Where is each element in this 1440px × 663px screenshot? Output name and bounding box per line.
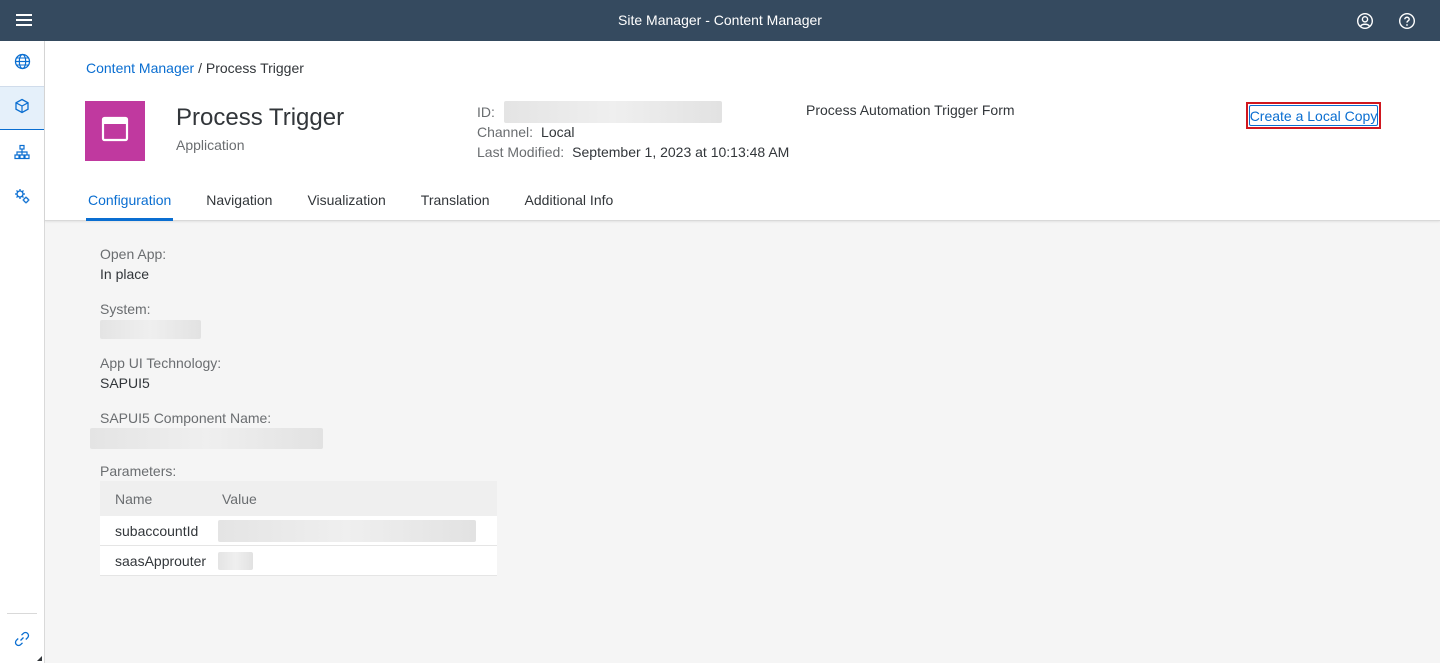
chain-link-icon [14, 631, 30, 652]
table-header-row: Name Value [100, 481, 497, 516]
sidenav-item-content-manager[interactable] [0, 86, 44, 130]
ui-technology-label: App UI Technology: [100, 355, 222, 371]
system-label: System: [100, 301, 151, 317]
param-name: subaccountId [115, 522, 199, 539]
parameters-label: Parameters: [100, 463, 177, 479]
tab-bar: Configuration Navigation Visualization T… [85, 179, 648, 221]
sidenav-item-hierarchy[interactable] [0, 132, 44, 176]
object-page-header: Content Manager / Process Trigger Proces… [45, 41, 1440, 221]
column-header-value: Value [222, 490, 257, 507]
channel-value: Local [541, 124, 575, 140]
cube-icon [14, 98, 30, 119]
param-value-redacted [218, 519, 476, 542]
column-header-name: Name [115, 490, 153, 507]
globe-icon [14, 53, 31, 75]
last-modified-value: September 1, 2023 at 10:13:48 AM [572, 144, 790, 160]
resize-corner [37, 656, 42, 661]
field-component-name: SAPUI5 Component Name: [90, 408, 323, 449]
sidenav-item-settings[interactable] [0, 177, 44, 221]
shell-bar: Site Manager - Content Manager [0, 0, 1440, 41]
tab-navigation[interactable]: Navigation [206, 179, 272, 221]
breadcrumb-current: Process Trigger [205, 60, 304, 76]
param-value-redacted [218, 551, 253, 570]
app-tile [85, 101, 145, 161]
component-name-label: SAPUI5 Component Name: [100, 410, 272, 426]
configuration-panel: Open App: In place System: App UI Techno… [45, 222, 1440, 663]
sidenav-item-sites[interactable] [0, 42, 44, 86]
object-title: Process Trigger [176, 104, 345, 131]
breadcrumb: Content Manager / Process Trigger [86, 60, 304, 76]
hierarchy-icon [14, 144, 30, 165]
id-value-redacted [503, 101, 722, 123]
tab-visualization[interactable]: Visualization [307, 179, 385, 221]
create-local-copy-button[interactable]: Create a Local Copy [1246, 102, 1381, 129]
breadcrumb-separator: / [198, 60, 202, 76]
last-modified-label: Last Modified: [477, 144, 565, 160]
tab-translation[interactable]: Translation [421, 179, 490, 221]
settings-gears-icon [14, 188, 31, 210]
parameters-table: Name Value subaccountId saasApprouter [100, 481, 497, 576]
open-app-value: In place [100, 266, 150, 282]
help-icon[interactable] [1396, 10, 1418, 32]
tab-additional-info[interactable]: Additional Info [525, 179, 614, 221]
component-name-redacted [90, 428, 323, 449]
object-subtitle: Application [176, 137, 245, 153]
table-row: saasApprouter [100, 546, 497, 576]
param-name: saasApprouter [115, 552, 207, 569]
object-description: Process Automation Trigger Form [806, 102, 1015, 118]
field-system: System: [100, 299, 201, 339]
side-navigation [0, 41, 45, 663]
system-value-redacted [100, 320, 201, 339]
sidenav-separator [7, 613, 37, 614]
user-profile-icon[interactable] [1354, 10, 1376, 32]
breadcrumb-link-content-manager[interactable]: Content Manager [86, 60, 194, 76]
application-window-icon [101, 116, 129, 147]
field-ui-technology: App UI Technology: SAPUI5 [100, 353, 221, 393]
ui-technology-value: SAPUI5 [100, 375, 150, 391]
shell-title: Site Manager - Content Manager [618, 12, 822, 28]
open-app-label: Open App: [100, 246, 167, 262]
object-attributes: ID: Channel: Local Last Modified: Septem… [477, 101, 790, 162]
field-parameters: Parameters: [100, 461, 176, 481]
create-local-copy-label: Create a Local Copy [1249, 105, 1378, 126]
id-label: ID: [477, 104, 495, 120]
tab-configuration[interactable]: Configuration [85, 179, 174, 221]
field-open-app: Open App: In place [100, 244, 166, 284]
channel-label: Channel: [477, 124, 534, 140]
table-row: subaccountId [100, 516, 497, 546]
